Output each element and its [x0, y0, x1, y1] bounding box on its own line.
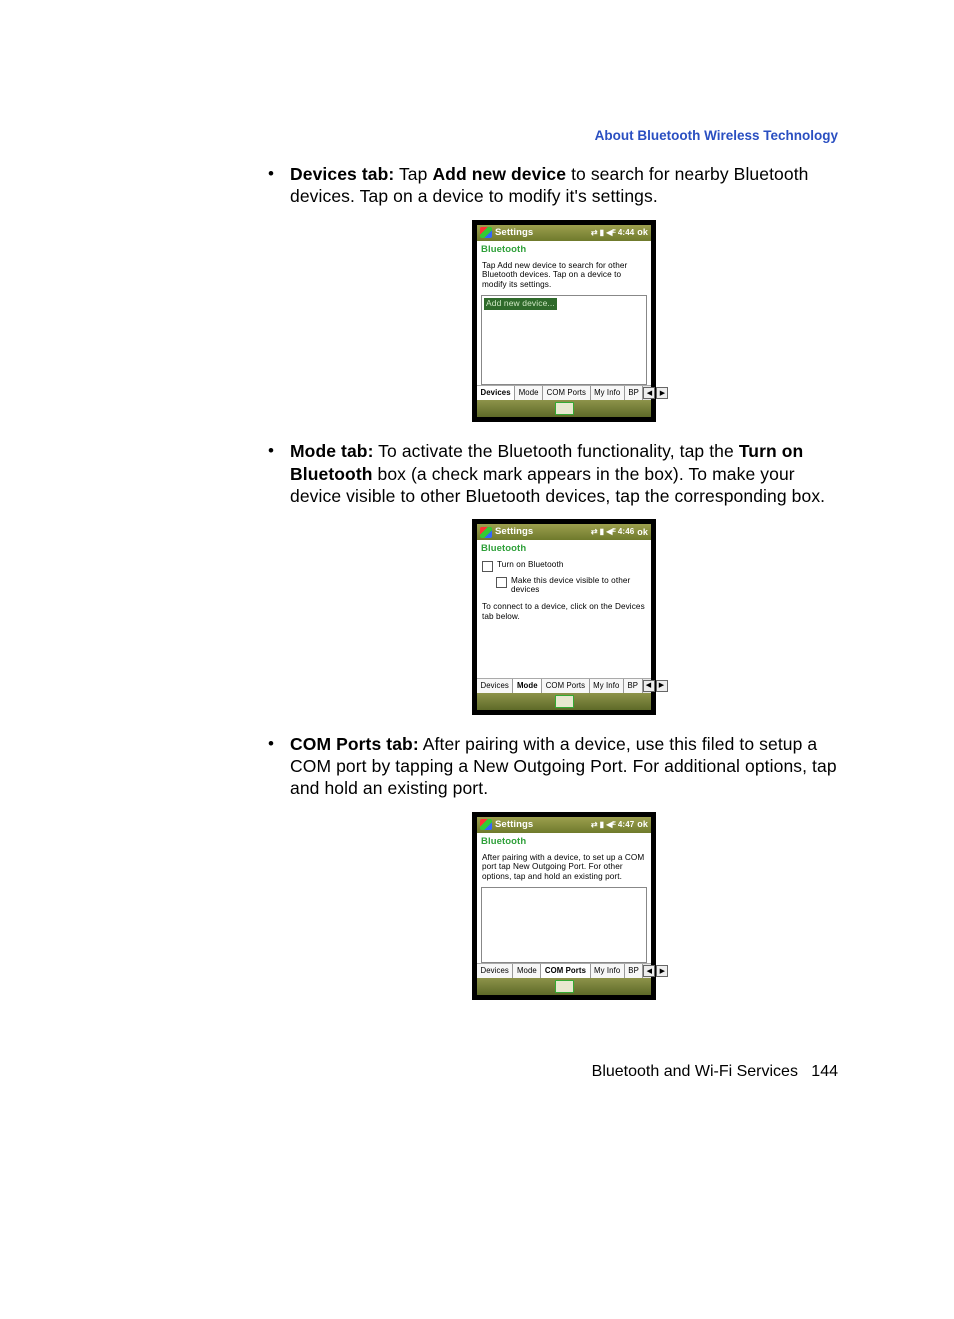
bullet-label: Mode tab: — [290, 441, 374, 461]
titlebar-title: Settings — [495, 819, 588, 831]
status-icons: ⇄ ▮ ◀ᴱ 4:44 — [591, 228, 634, 238]
arrow-left-icon[interactable]: ◀ — [643, 965, 655, 977]
titlebar: Settings ⇄ ▮ ◀ᴱ 4:46 ok — [477, 524, 651, 540]
tab-bar: Devices Mode COM Ports My Info BP ◀ ▶ — [477, 678, 651, 693]
connectivity-icon: ⇄ — [591, 527, 598, 537]
bullet-comports: COM Ports tab: After pairing with a devi… — [268, 733, 838, 1001]
tab-mode[interactable]: Mode — [513, 964, 541, 978]
connectivity-icon: ⇄ — [591, 228, 598, 238]
tab-scroll-arrows: ◀ ▶ — [643, 964, 669, 978]
instruction-text: To connect to a device, click on the Dev… — [477, 596, 651, 625]
tab-bp[interactable]: BP — [625, 386, 644, 400]
keyboard-icon[interactable] — [555, 402, 574, 415]
instruction-text: After pairing with a device, to set up a… — [477, 850, 651, 885]
screen-body: Turn on Bluetooth Make this device visib… — [477, 558, 651, 678]
bullet-list: Devices tab: Tap Add new device to searc… — [268, 163, 838, 1000]
arrow-right-icon[interactable]: ▶ — [656, 680, 668, 692]
soft-key-bar — [477, 400, 651, 417]
checkbox-label: Make this device visible to other device… — [511, 576, 646, 595]
volume-icon: ◀ᴱ — [606, 820, 616, 830]
signal-icon: ▮ — [600, 228, 605, 238]
bullet-mode: Mode tab: To activate the Bluetooth func… — [268, 440, 838, 714]
titlebar-title: Settings — [495, 227, 588, 239]
tab-myinfo[interactable]: My Info — [591, 386, 625, 400]
clock: 4:46 — [618, 527, 634, 537]
titlebar-title: Settings — [495, 526, 588, 538]
checkbox-row-visible[interactable]: Make this device visible to other device… — [491, 574, 651, 597]
device-list[interactable]: Add new device... — [481, 295, 647, 385]
screen-subtitle: Bluetooth — [477, 241, 651, 258]
tab-comports[interactable]: COM Ports — [541, 964, 590, 978]
tab-mode[interactable]: Mode — [513, 679, 542, 693]
instruction-text: Tap Add new device to search for other B… — [477, 258, 651, 293]
ok-button[interactable]: ok — [637, 227, 648, 239]
signal-icon: ▮ — [600, 527, 605, 537]
tab-bp[interactable]: BP — [625, 964, 644, 978]
screen-body: Tap Add new device to search for other B… — [477, 258, 651, 385]
tab-scroll-arrows: ◀ ▶ — [643, 386, 669, 400]
start-icon[interactable] — [480, 819, 492, 830]
section-header: About Bluetooth Wireless Technology — [138, 128, 838, 143]
screenshot-comports: Settings ⇄ ▮ ◀ᴱ 4:47 ok Bluetooth After … — [290, 812, 838, 1000]
checkbox-label: Turn on Bluetooth — [497, 560, 563, 569]
tab-devices[interactable]: Devices — [477, 386, 515, 400]
bullet-text: Tap — [394, 164, 432, 184]
page-content: About Bluetooth Wireless Technology Devi… — [138, 128, 838, 1018]
tab-bar: Devices Mode COM Ports My Info BP ◀ ▶ — [477, 963, 651, 978]
keyboard-icon[interactable] — [555, 695, 574, 708]
ok-button[interactable]: ok — [637, 527, 648, 539]
bullet-inline-bold: Add new device — [432, 164, 566, 184]
status-icons: ⇄ ▮ ◀ᴱ 4:46 — [591, 527, 634, 537]
clock: 4:44 — [618, 228, 634, 238]
arrow-left-icon[interactable]: ◀ — [643, 680, 655, 692]
tab-comports[interactable]: COM Ports — [543, 386, 590, 400]
checkbox-row-turn-on[interactable]: Turn on Bluetooth — [477, 558, 651, 574]
page-footer: Bluetooth and Wi-Fi Services 144 — [592, 1063, 838, 1081]
footer-page-number: 144 — [811, 1063, 838, 1080]
tab-myinfo[interactable]: My Info — [591, 964, 625, 978]
add-new-device-link[interactable]: Add new device... — [484, 298, 557, 310]
screen-subtitle: Bluetooth — [477, 833, 651, 850]
status-icons: ⇄ ▮ ◀ᴱ 4:47 — [591, 820, 634, 830]
screen-subtitle: Bluetooth — [477, 540, 651, 557]
phone-frame: Settings ⇄ ▮ ◀ᴱ 4:46 ok Bluetooth — [472, 519, 656, 714]
tab-scroll-arrows: ◀ ▶ — [643, 679, 669, 693]
screen-body: After pairing with a device, to set up a… — [477, 850, 651, 963]
keyboard-icon[interactable] — [555, 980, 574, 993]
soft-key-bar — [477, 693, 651, 710]
tab-bp[interactable]: BP — [624, 679, 643, 693]
volume-icon: ◀ᴱ — [606, 228, 616, 238]
ok-button[interactable]: ok — [637, 819, 648, 831]
tab-mode[interactable]: Mode — [515, 386, 543, 400]
screenshot-devices: Settings ⇄ ▮ ◀ᴱ 4:44 ok Bluetooth Tap Ad… — [290, 220, 838, 422]
arrow-right-icon[interactable]: ▶ — [656, 387, 668, 399]
bullet-label: Devices tab: — [290, 164, 394, 184]
com-port-list[interactable] — [481, 887, 647, 963]
volume-icon: ◀ᴱ — [606, 527, 616, 537]
connectivity-icon: ⇄ — [591, 820, 598, 830]
bullet-label: COM Ports tab: — [290, 734, 419, 754]
tab-comports[interactable]: COM Ports — [542, 679, 589, 693]
phone-frame: Settings ⇄ ▮ ◀ᴱ 4:47 ok Bluetooth After … — [472, 812, 656, 1000]
arrow-left-icon[interactable]: ◀ — [643, 387, 655, 399]
tab-devices[interactable]: Devices — [477, 679, 513, 693]
footer-chapter: Bluetooth and Wi-Fi Services — [592, 1063, 798, 1080]
tab-myinfo[interactable]: My Info — [590, 679, 624, 693]
signal-icon: ▮ — [600, 820, 605, 830]
arrow-right-icon[interactable]: ▶ — [656, 965, 668, 977]
soft-key-bar — [477, 978, 651, 995]
tab-devices[interactable]: Devices — [477, 964, 513, 978]
checkbox-icon[interactable] — [496, 577, 507, 588]
screenshot-mode: Settings ⇄ ▮ ◀ᴱ 4:46 ok Bluetooth — [290, 519, 838, 714]
bullet-devices: Devices tab: Tap Add new device to searc… — [268, 163, 838, 422]
titlebar: Settings ⇄ ▮ ◀ᴱ 4:44 ok — [477, 225, 651, 241]
titlebar: Settings ⇄ ▮ ◀ᴱ 4:47 ok — [477, 817, 651, 833]
start-icon[interactable] — [480, 527, 492, 538]
tab-bar: Devices Mode COM Ports My Info BP ◀ ▶ — [477, 385, 651, 400]
bullet-text: To activate the Bluetooth functionality,… — [374, 441, 739, 461]
phone-frame: Settings ⇄ ▮ ◀ᴱ 4:44 ok Bluetooth Tap Ad… — [472, 220, 656, 422]
start-icon[interactable] — [480, 227, 492, 238]
checkbox-icon[interactable] — [482, 561, 493, 572]
clock: 4:47 — [618, 820, 634, 830]
